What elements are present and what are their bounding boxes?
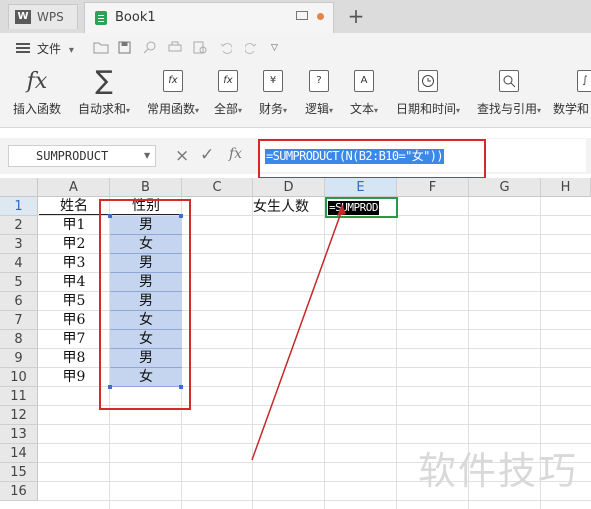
arrow-head-icon: [337, 204, 346, 216]
watermark: 软件技巧: [418, 449, 579, 493]
arrow-line: [251, 209, 343, 461]
annotation-arrow: [251, 204, 346, 461]
